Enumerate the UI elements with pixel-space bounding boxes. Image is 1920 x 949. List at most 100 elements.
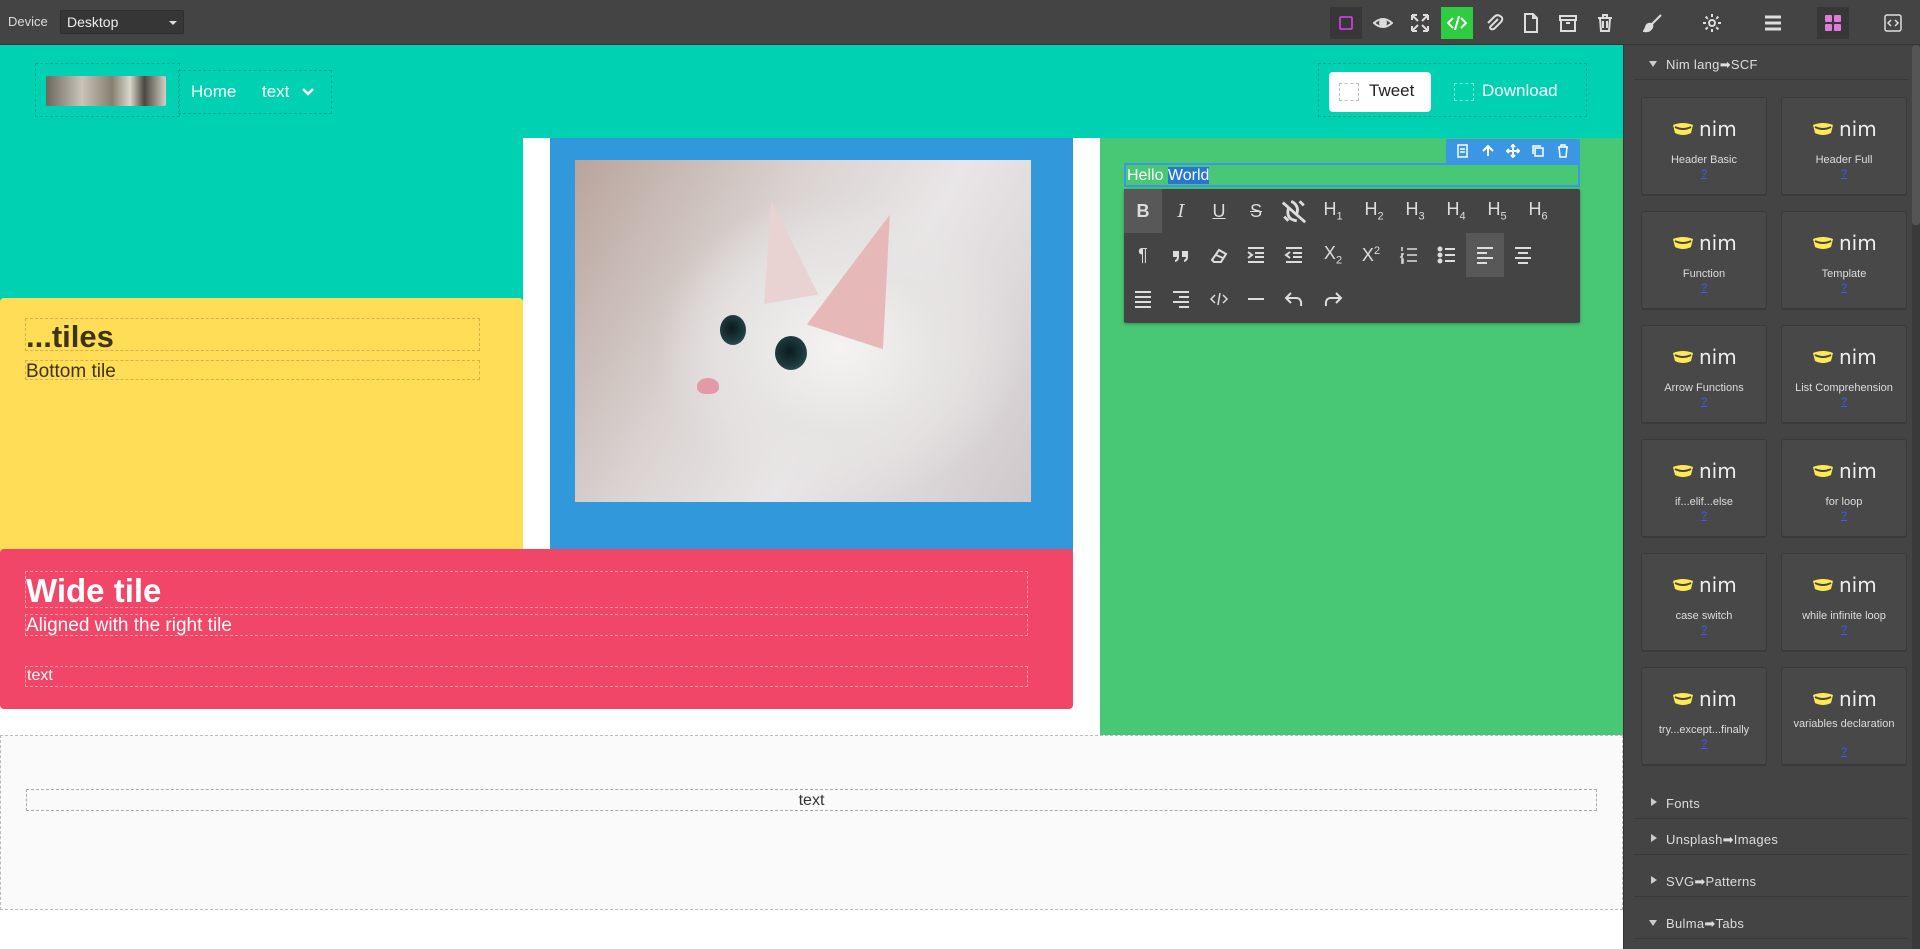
layer-manager-button[interactable] <box>1757 7 1789 39</box>
heading2-button[interactable]: H2 <box>1355 189 1393 233</box>
eraser-button[interactable] <box>1200 233 1238 277</box>
block-template[interactable]: nim Template ? <box>1781 211 1907 309</box>
brand-logo[interactable] <box>46 76 166 106</box>
yellow-tile-title[interactable]: ...tiles <box>25 318 480 354</box>
red-tile-subtitle[interactable]: Aligned with the right tile <box>25 614 1028 636</box>
redo-button[interactable] <box>1314 277 1352 321</box>
cat-image[interactable] <box>575 160 1031 502</box>
delete-icon[interactable] <box>1556 144 1570 158</box>
yellow-tile-subtitle[interactable]: Bottom tile <box>25 360 480 382</box>
code-button[interactable] <box>1200 277 1238 321</box>
block-for-loop[interactable]: nim for loop ? <box>1781 439 1907 537</box>
block-header-basic[interactable]: nim Header Basic ? <box>1641 97 1767 195</box>
block-help-link[interactable]: ? <box>1642 396 1766 408</box>
block-help-link[interactable]: ? <box>1642 510 1766 522</box>
fullscreen-icon <box>1411 14 1429 32</box>
heading6-button[interactable]: H6 <box>1519 189 1557 233</box>
blocks-button[interactable] <box>1817 7 1849 39</box>
horizontal-rule-button[interactable] <box>1237 277 1275 321</box>
block-help-link[interactable]: ? <box>1642 282 1766 294</box>
category-svg-patterns[interactable]: SVG➡Patterns <box>1634 865 1909 897</box>
heading4-button[interactable]: H4 <box>1437 189 1475 233</box>
tweet-button[interactable]: Tweet <box>1329 72 1431 112</box>
block-label: Header Basic <box>1670 154 1738 166</box>
import-button[interactable] <box>1478 7 1510 39</box>
footer-text[interactable]: text <box>26 789 1597 811</box>
scrollbar-thumb[interactable] <box>1912 45 1920 225</box>
heading3-button[interactable]: H3 <box>1396 189 1434 233</box>
block-help-link[interactable]: ? <box>1782 168 1906 180</box>
underline-button[interactable]: U <box>1200 189 1238 233</box>
footer-section[interactable] <box>0 735 1623 910</box>
sidebar-scrollbar[interactable] <box>1912 45 1920 949</box>
indent-button[interactable] <box>1237 233 1275 277</box>
category-nim-lang[interactable]: Nim lang➡SCF <box>1634 48 1909 80</box>
block-case-switch[interactable]: nim case switch ? <box>1641 553 1767 651</box>
hello-world-text[interactable]: Hello World <box>1124 163 1580 187</box>
sw-visibility-button[interactable] <box>1330 7 1362 39</box>
edit-icon[interactable] <box>1456 144 1470 158</box>
editor-canvas[interactable]: ...tiles Bottom tile Wide tile Aligned w… <box>0 45 1623 949</box>
clear-canvas-button[interactable] <box>1589 7 1621 39</box>
blockquote-button[interactable] <box>1162 233 1200 277</box>
justify-button[interactable] <box>1124 277 1162 321</box>
bold-button[interactable]: B <box>1124 189 1162 233</box>
category-fonts[interactable]: Fonts <box>1634 787 1909 819</box>
device-select[interactable]: Desktop <box>60 10 184 34</box>
align-left-button[interactable] <box>1466 233 1504 277</box>
italic-button[interactable]: I <box>1162 189 1200 233</box>
style-manager-button[interactable] <box>1637 7 1669 39</box>
outdent-button[interactable] <box>1275 233 1313 277</box>
fullscreen-button[interactable] <box>1404 7 1436 39</box>
block-help-link[interactable]: ? <box>1642 624 1766 636</box>
red-tile-text[interactable]: text <box>25 666 1028 687</box>
align-right-button[interactable] <box>1162 277 1200 321</box>
heading1-button[interactable]: H1 <box>1314 189 1352 233</box>
archive-button[interactable] <box>1552 7 1584 39</box>
unordered-list-button[interactable] <box>1428 233 1466 277</box>
unordered-list-icon <box>1437 246 1455 264</box>
block-label: Arrow Functions <box>1664 382 1744 394</box>
chevron-down-icon[interactable] <box>301 85 315 99</box>
subscript-button[interactable]: X2 <box>1314 233 1352 277</box>
block-variables-declaration[interactable]: nim variables declaration ? <box>1781 667 1907 765</box>
block-try-except-finally[interactable]: nim try...except...finally ? <box>1641 667 1767 765</box>
eye-icon <box>1373 18 1393 28</box>
nav-home-link[interactable]: Home <box>191 82 236 102</box>
heading5-button[interactable]: H5 <box>1478 189 1516 233</box>
superscript-button[interactable]: X2 <box>1352 233 1390 277</box>
undo-button[interactable] <box>1275 277 1313 321</box>
block-arrow-functions[interactable]: nim Arrow Functions ? <box>1641 325 1767 423</box>
block-list-comprehension[interactable]: nim List Comprehension ? <box>1781 325 1907 423</box>
block-help-link[interactable]: ? <box>1782 510 1906 522</box>
arrow-up-icon[interactable] <box>1481 144 1495 158</box>
block-function[interactable]: nim Function ? <box>1641 211 1767 309</box>
red-tile-title[interactable]: Wide tile <box>25 571 1028 609</box>
move-icon[interactable] <box>1505 144 1520 158</box>
block-help-link[interactable]: ? <box>1782 282 1906 294</box>
strikethrough-button[interactable]: S <box>1237 189 1275 233</box>
download-button[interactable]: Download <box>1442 72 1574 112</box>
block-help-link[interactable]: ? <box>1782 396 1906 408</box>
paragraph-button[interactable]: ¶ <box>1124 233 1162 277</box>
block-help-link[interactable]: ? <box>1782 746 1906 758</box>
new-page-button[interactable] <box>1515 7 1547 39</box>
category-unsplash-images[interactable]: Unsplash➡Images <box>1634 823 1909 855</box>
export-code-button[interactable] <box>1441 7 1473 39</box>
category-bulma-tabs[interactable]: Bulma➡Tabs <box>1634 907 1909 939</box>
align-center-button[interactable] <box>1504 233 1542 277</box>
block-help-link[interactable]: ? <box>1642 168 1766 180</box>
unlink-button[interactable] <box>1275 189 1313 233</box>
code-view-button[interactable] <box>1877 7 1909 39</box>
nav-dropdown-link[interactable]: text <box>262 82 289 102</box>
block-if-elif-else[interactable]: nim if...elif...else ? <box>1641 439 1767 537</box>
preview-button[interactable] <box>1367 7 1399 39</box>
block-help-link[interactable]: ? <box>1642 738 1766 750</box>
clone-icon[interactable] <box>1531 144 1545 158</box>
ordered-list-button[interactable] <box>1390 233 1428 277</box>
block-help-link[interactable]: ? <box>1782 624 1906 636</box>
block-while-infinite-loop[interactable]: nim while infinite loop ? <box>1781 553 1907 651</box>
navbar[interactable]: Home text Tweet Download <box>0 45 1623 138</box>
settings-button[interactable] <box>1696 7 1728 39</box>
block-header-full[interactable]: nim Header Full ? <box>1781 97 1907 195</box>
